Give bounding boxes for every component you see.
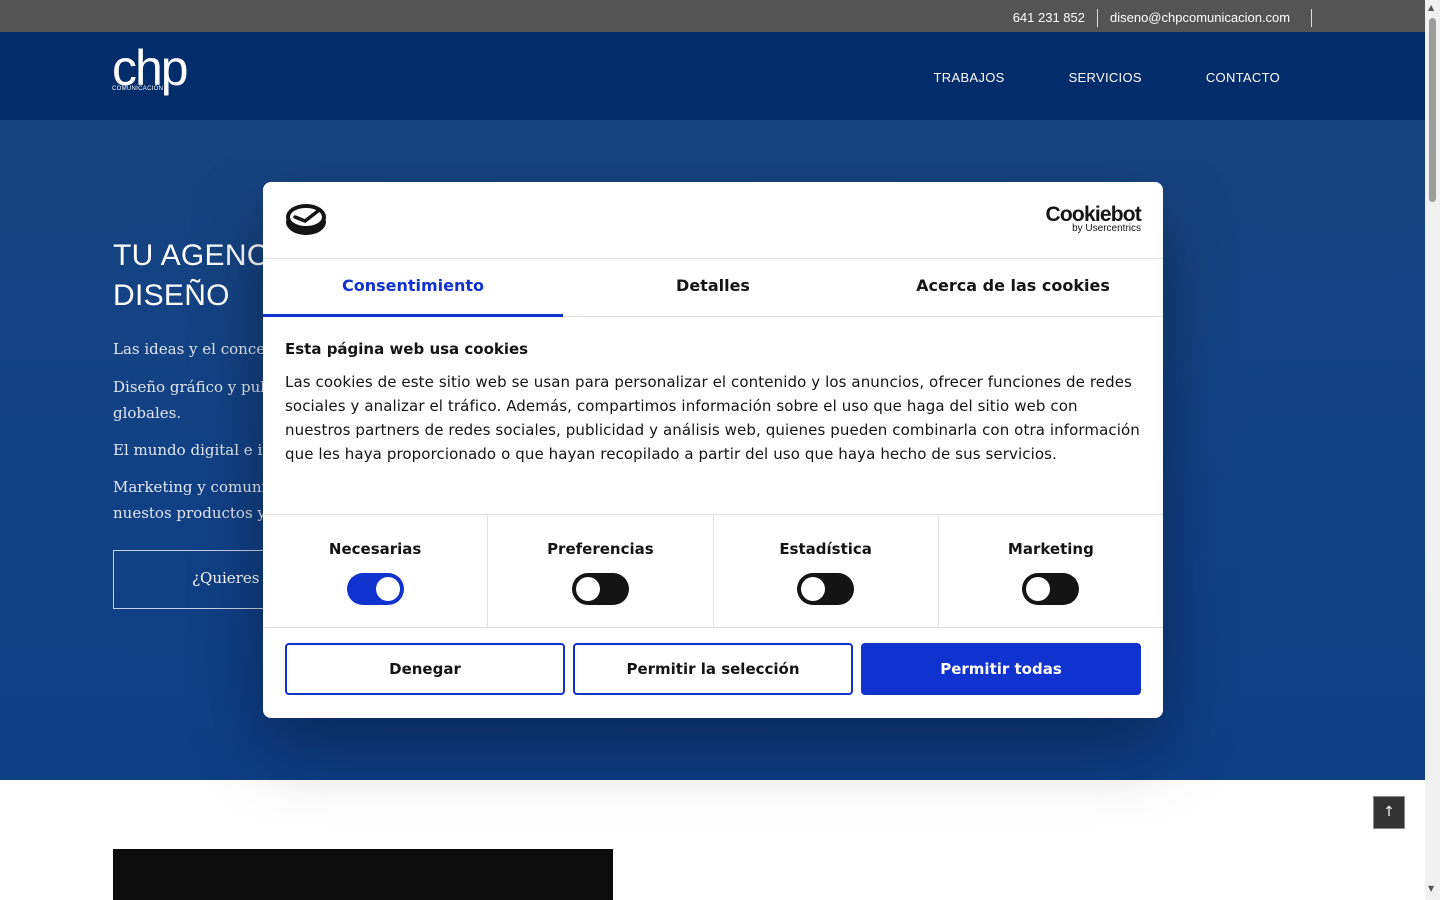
- page-scrollbar[interactable]: ▲ ▼: [1425, 0, 1440, 900]
- main-nav: TRABAJOS SERVICIOS CONTACTO: [934, 70, 1280, 85]
- estadistica-switch[interactable]: [797, 573, 855, 605]
- nav-trabajos[interactable]: TRABAJOS: [934, 70, 1005, 85]
- scroll-to-top-button[interactable]: ↑: [1373, 796, 1405, 829]
- allow-all-button[interactable]: Permitir todas: [861, 643, 1141, 695]
- scroll-down-icon[interactable]: ▼: [1428, 884, 1434, 893]
- allow-selection-button[interactable]: Permitir la selección: [573, 643, 853, 695]
- site-header: chp COMUNICACIÓN TRABAJOS SERVICIOS CONT…: [0, 32, 1425, 120]
- switch-knob: [575, 577, 600, 601]
- dialog-description: Las cookies de este sitio web se usan pa…: [285, 373, 1140, 463]
- switch-knob: [375, 577, 400, 601]
- switch-knob: [1026, 577, 1051, 601]
- dialog-heading: Esta página web usa cookies: [285, 340, 529, 358]
- toggle-necesarias: Necesarias: [263, 515, 489, 627]
- email-link[interactable]: diseno@chpcomunicacion.com: [1110, 10, 1290, 25]
- tab-detalles[interactable]: Detalles: [563, 259, 863, 316]
- consent-toggles: Necesarias Preferencias Estadística Mark…: [263, 514, 1163, 628]
- dialog-tabs: Consentimiento Detalles Acerca de las co…: [263, 259, 1163, 317]
- cookie-consent-dialog: Cookiebot by Usercentrics Consentimiento…: [263, 182, 1163, 718]
- tab-consentimiento[interactable]: Consentimiento: [263, 259, 563, 317]
- preferencias-switch[interactable]: [571, 573, 629, 605]
- scrollbar-thumb[interactable]: [1429, 18, 1436, 202]
- top-bar: 641 231 852 diseno@chpcomunicacion.com: [0, 0, 1425, 32]
- phone-link[interactable]: 641 231 852: [1013, 10, 1085, 25]
- tab-acerca-de-cookies[interactable]: Acerca de las cookies: [863, 259, 1163, 316]
- chp-logo[interactable]: chp COMUNICACIÓN: [112, 42, 189, 94]
- toggle-label: Preferencias: [547, 540, 654, 558]
- hero-title: TU AGENC DISEÑO: [113, 239, 269, 312]
- necesarias-switch[interactable]: [346, 573, 404, 605]
- dialog-buttons: Denegar Permitir la selección Permitir t…: [285, 643, 1141, 695]
- divider: [1311, 9, 1312, 27]
- nav-contacto[interactable]: CONTACTO: [1206, 70, 1280, 85]
- deny-button[interactable]: Denegar: [285, 643, 565, 695]
- toggle-marketing: Marketing: [939, 515, 1163, 627]
- toggle-preferencias: Preferencias: [488, 515, 714, 627]
- video-thumbnail[interactable]: [113, 849, 613, 900]
- toggle-estadistica: Estadística: [714, 515, 939, 627]
- hero-curve: [0, 745, 1425, 777]
- switch-knob: [801, 577, 826, 601]
- toggle-label: Marketing: [1007, 540, 1094, 558]
- scroll-up-icon[interactable]: ▲: [1428, 3, 1434, 12]
- cookie-logo-icon: [286, 204, 326, 235]
- divider: [1097, 9, 1098, 27]
- dialog-header: Cookiebot by Usercentrics: [263, 182, 1163, 259]
- dialog-body: Esta página web usa cookies Las cookies …: [285, 340, 1145, 466]
- marketing-switch[interactable]: [1022, 573, 1080, 605]
- toggle-label: Necesarias: [328, 540, 422, 558]
- nav-servicios[interactable]: SERVICIOS: [1069, 70, 1142, 85]
- toggle-label: Estadística: [779, 540, 872, 558]
- cookiebot-brand[interactable]: Cookiebot by Usercentrics: [1046, 204, 1142, 234]
